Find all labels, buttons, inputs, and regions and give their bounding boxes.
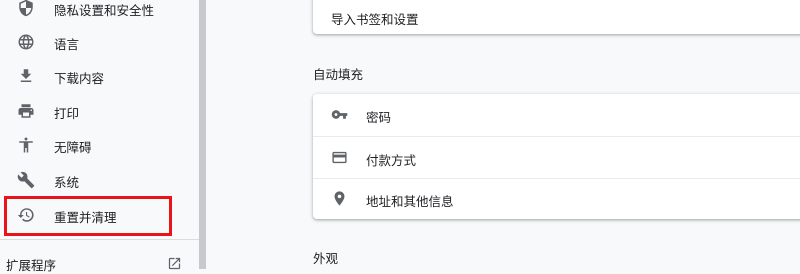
sidebar-item-extensions[interactable]: 扩展程序 <box>0 251 199 273</box>
sidebar-item-label: 无障碍 <box>54 140 92 155</box>
appearance-section-title: 外观 <box>313 251 339 266</box>
payment-methods-label: 付款方式 <box>366 153 417 168</box>
payment-methods-row[interactable]: 付款方式 <box>313 137 800 179</box>
sidebar-item-label: 打印 <box>54 106 80 121</box>
sidebar-item-label: 语言 <box>54 37 80 52</box>
sidebar-item-system[interactable]: 系统 <box>0 162 199 198</box>
import-bookmarks-row[interactable]: 导入书签和设置 <box>313 0 800 34</box>
wrench-icon <box>16 170 36 190</box>
sidebar-divider <box>0 239 199 240</box>
sidebar-item-downloads[interactable]: 下载内容 <box>0 58 199 94</box>
addresses-row[interactable]: 地址和其他信息 <box>313 179 800 219</box>
passwords-label: 密码 <box>366 110 392 125</box>
settings-main: 导入书签和设置 自动填充 密码 付款方式 地址和其他信息 外观 <box>206 0 800 269</box>
sidebar-item-reset-cleanup[interactable]: 重置并清理 <box>0 197 199 233</box>
download-icon <box>16 66 36 86</box>
sidebar-scrollbar[interactable] <box>199 0 206 269</box>
sidebar-item-label: 扩展程序 <box>6 258 57 273</box>
credit-card-icon <box>331 149 349 167</box>
shield-icon <box>16 0 36 18</box>
location-pin-icon <box>331 190 349 208</box>
settings-sidebar: 隐私设置和安全性 语言 下载内容 打印 无障碍 系统 重置并清理 扩展程序 <box>0 0 199 273</box>
sidebar-item-label: 重置并清理 <box>54 210 117 225</box>
printer-icon <box>16 101 36 121</box>
sidebar-item-label: 下载内容 <box>54 71 105 86</box>
globe-icon <box>16 32 36 52</box>
restore-icon <box>16 205 36 225</box>
import-bookmarks-label: 导入书签和设置 <box>331 12 419 27</box>
sidebar-item-label: 隐私设置和安全性 <box>54 3 155 18</box>
key-icon <box>331 106 349 124</box>
sidebar-item-label: 系统 <box>54 175 80 190</box>
sidebar-item-accessibility[interactable]: 无障碍 <box>0 127 199 163</box>
sidebar-item-languages[interactable]: 语言 <box>0 24 199 60</box>
sidebar-item-privacy-security[interactable]: 隐私设置和安全性 <box>0 0 199 26</box>
addresses-label: 地址和其他信息 <box>366 194 454 209</box>
sidebar-item-printing[interactable]: 打印 <box>0 93 199 129</box>
open-in-new-icon <box>167 256 183 272</box>
passwords-row[interactable]: 密码 <box>313 94 800 136</box>
autofill-section-title: 自动填充 <box>313 67 364 82</box>
accessibility-icon <box>16 135 36 155</box>
import-card: 导入书签和设置 <box>313 0 800 34</box>
autofill-card: 密码 付款方式 地址和其他信息 <box>313 94 800 219</box>
